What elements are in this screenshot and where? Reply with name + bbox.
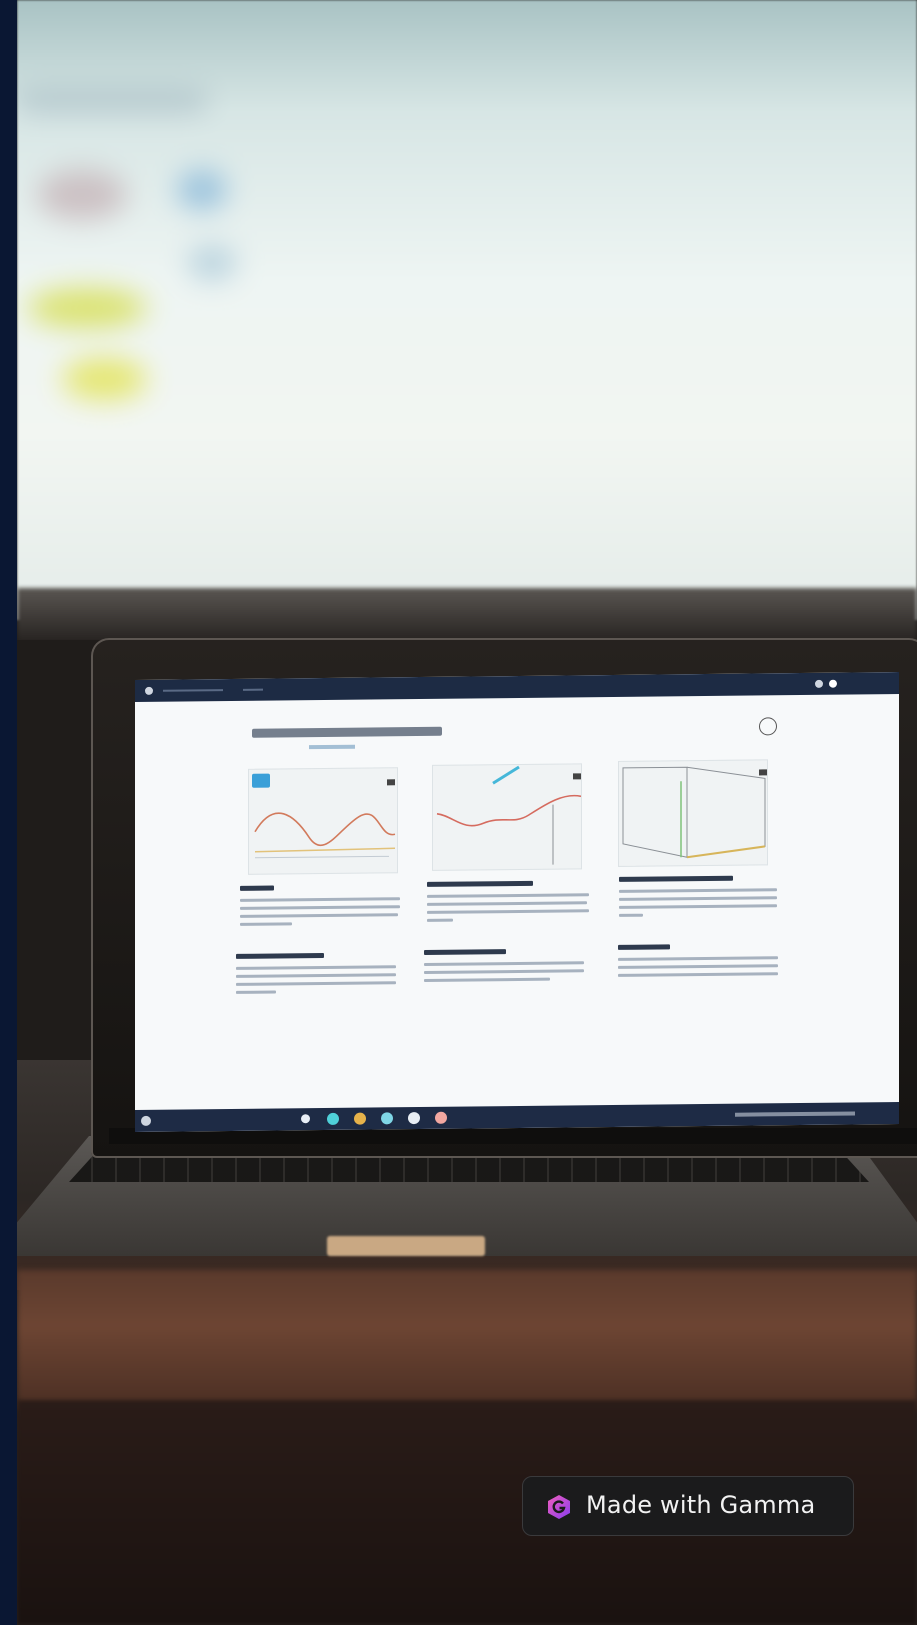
- text-line-blurred: [240, 922, 292, 926]
- chart-card: [432, 763, 582, 871]
- text-line-blurred: [240, 913, 398, 918]
- window-control-icon: [829, 679, 837, 688]
- text-line-blurred: [619, 913, 643, 917]
- tab-placeholder: [243, 688, 263, 691]
- system-tray: [735, 1111, 855, 1117]
- laptop-front-notch: [327, 1236, 485, 1256]
- taskbar-app-icon: [381, 1112, 393, 1125]
- text-line-blurred: [619, 904, 777, 909]
- card-number-blurred: [759, 769, 767, 776]
- blurred-ui-shape: [17, 90, 207, 112]
- photo-canvas: Made with Gamma: [0, 0, 917, 1625]
- column-heading-blurred: [619, 875, 733, 882]
- start-button-icon: [141, 1115, 151, 1126]
- line-chart-thumbnail: [252, 773, 396, 859]
- blurred-ui-shape: [27, 288, 147, 328]
- made-with-gamma-badge[interactable]: Made with Gamma: [522, 1476, 854, 1536]
- badge-label: Made with Gamma: [586, 1491, 816, 1519]
- text-line-blurred: [424, 969, 584, 974]
- left-edge-strip: [0, 0, 17, 1625]
- text-line-blurred: [236, 965, 396, 970]
- taskbar-app-icon: [408, 1112, 420, 1125]
- document-title-blurred: [252, 726, 442, 738]
- text-line-blurred: [618, 972, 778, 977]
- text-line-blurred: [236, 981, 396, 986]
- laptop-screen: [135, 671, 899, 1133]
- text-line-blurred: [427, 909, 589, 914]
- text-line-blurred: [424, 977, 550, 982]
- blurred-background-monitor: [17, 0, 917, 620]
- taskbar-app-icon: [301, 1114, 310, 1124]
- box-chart-thumbnail: [622, 766, 766, 859]
- text-line-blurred: [618, 964, 778, 969]
- taskbar-app-icon: [435, 1111, 447, 1124]
- window-control-icon: [815, 679, 823, 688]
- circle-icon: [759, 717, 777, 736]
- blurred-ui-shape: [187, 245, 237, 281]
- blurred-ui-shape: [62, 358, 147, 400]
- chart-card: [618, 759, 768, 867]
- text-line-blurred: [424, 961, 584, 966]
- column-heading-blurred: [427, 880, 533, 887]
- column-heading-blurred: [618, 944, 670, 950]
- gamma-logo-icon: [548, 1495, 570, 1519]
- blurred-ui-shape: [37, 170, 127, 220]
- chart-card: [248, 767, 398, 875]
- column-heading-blurred: [236, 953, 324, 959]
- text-line-blurred: [427, 893, 589, 898]
- text-line-blurred: [618, 956, 778, 961]
- background-monitor-bezel: [17, 588, 917, 644]
- text-line-blurred: [240, 905, 400, 910]
- text-line-blurred: [619, 896, 777, 901]
- text-line-blurred: [240, 897, 400, 902]
- blurred-ui-shape: [177, 170, 227, 210]
- taskbar-app-icon: [354, 1112, 366, 1125]
- app-icon: [145, 686, 153, 695]
- tab-placeholder: [163, 689, 223, 692]
- taskbar-app-icon: [327, 1112, 339, 1125]
- text-line-blurred: [236, 990, 276, 994]
- text-line-blurred: [619, 888, 777, 893]
- column-heading-blurred: [424, 949, 506, 955]
- line-chart-thumbnail: [436, 765, 582, 865]
- desk-edge: [17, 1270, 917, 1410]
- text-line-blurred: [236, 973, 396, 978]
- column-heading-blurred: [240, 885, 274, 891]
- card-number-blurred: [387, 779, 395, 786]
- text-line-blurred: [427, 901, 587, 906]
- text-line-blurred: [427, 918, 453, 922]
- document-subtitle-blurred: [309, 744, 355, 750]
- background-photo: [17, 0, 917, 1625]
- card-number-blurred: [573, 773, 581, 780]
